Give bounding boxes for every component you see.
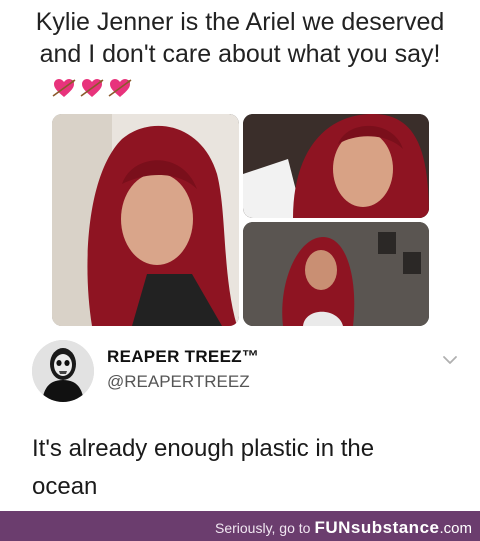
post-text: Kylie Jenner is the Ariel we deserved an… [0, 6, 480, 70]
photo-large-portrait[interactable] [52, 114, 239, 326]
watermark-brand-suffix: .com [439, 520, 472, 537]
reply-text-line-2: ocean [32, 473, 98, 500]
emoji-row [52, 76, 132, 106]
reply-text-line-1: It's already enough plastic in the [32, 435, 375, 462]
avatar[interactable] [32, 340, 94, 402]
watermark-bar: Seriously, go to FUNsubstance.com [0, 511, 480, 541]
watermark-brand-name: FUNsubstance [314, 518, 440, 537]
display-name[interactable]: REAPER TREEZ™ [107, 347, 259, 367]
reply-text: It's already enough plastic in the ocean [32, 430, 422, 506]
heart-arrow-icon [52, 76, 76, 100]
post-text-line-1: Kylie Jenner is the Ariel we deserved [35, 8, 445, 36]
watermark-prefix: Seriously, go to [214, 520, 311, 536]
heart-arrow-icon [108, 76, 132, 100]
photo-selfie-top[interactable] [243, 114, 429, 218]
photo-grid [52, 114, 429, 326]
reply-tweet: REAPER TREEZ™ @REAPERTREEZ It's already … [32, 340, 460, 500]
heart-arrow-icon [80, 76, 104, 100]
user-handle[interactable]: @REAPERTREEZ [107, 372, 250, 392]
chevron-down-icon[interactable] [442, 354, 458, 366]
photo-selfie-bottom[interactable] [243, 222, 429, 326]
watermark-text[interactable]: Seriously, go to FUNsubstance.com [215, 518, 472, 538]
post-text-line-2: and I don't care about what you say! [39, 40, 441, 68]
watermark-brand: FUNsubstance.com [314, 518, 472, 538]
